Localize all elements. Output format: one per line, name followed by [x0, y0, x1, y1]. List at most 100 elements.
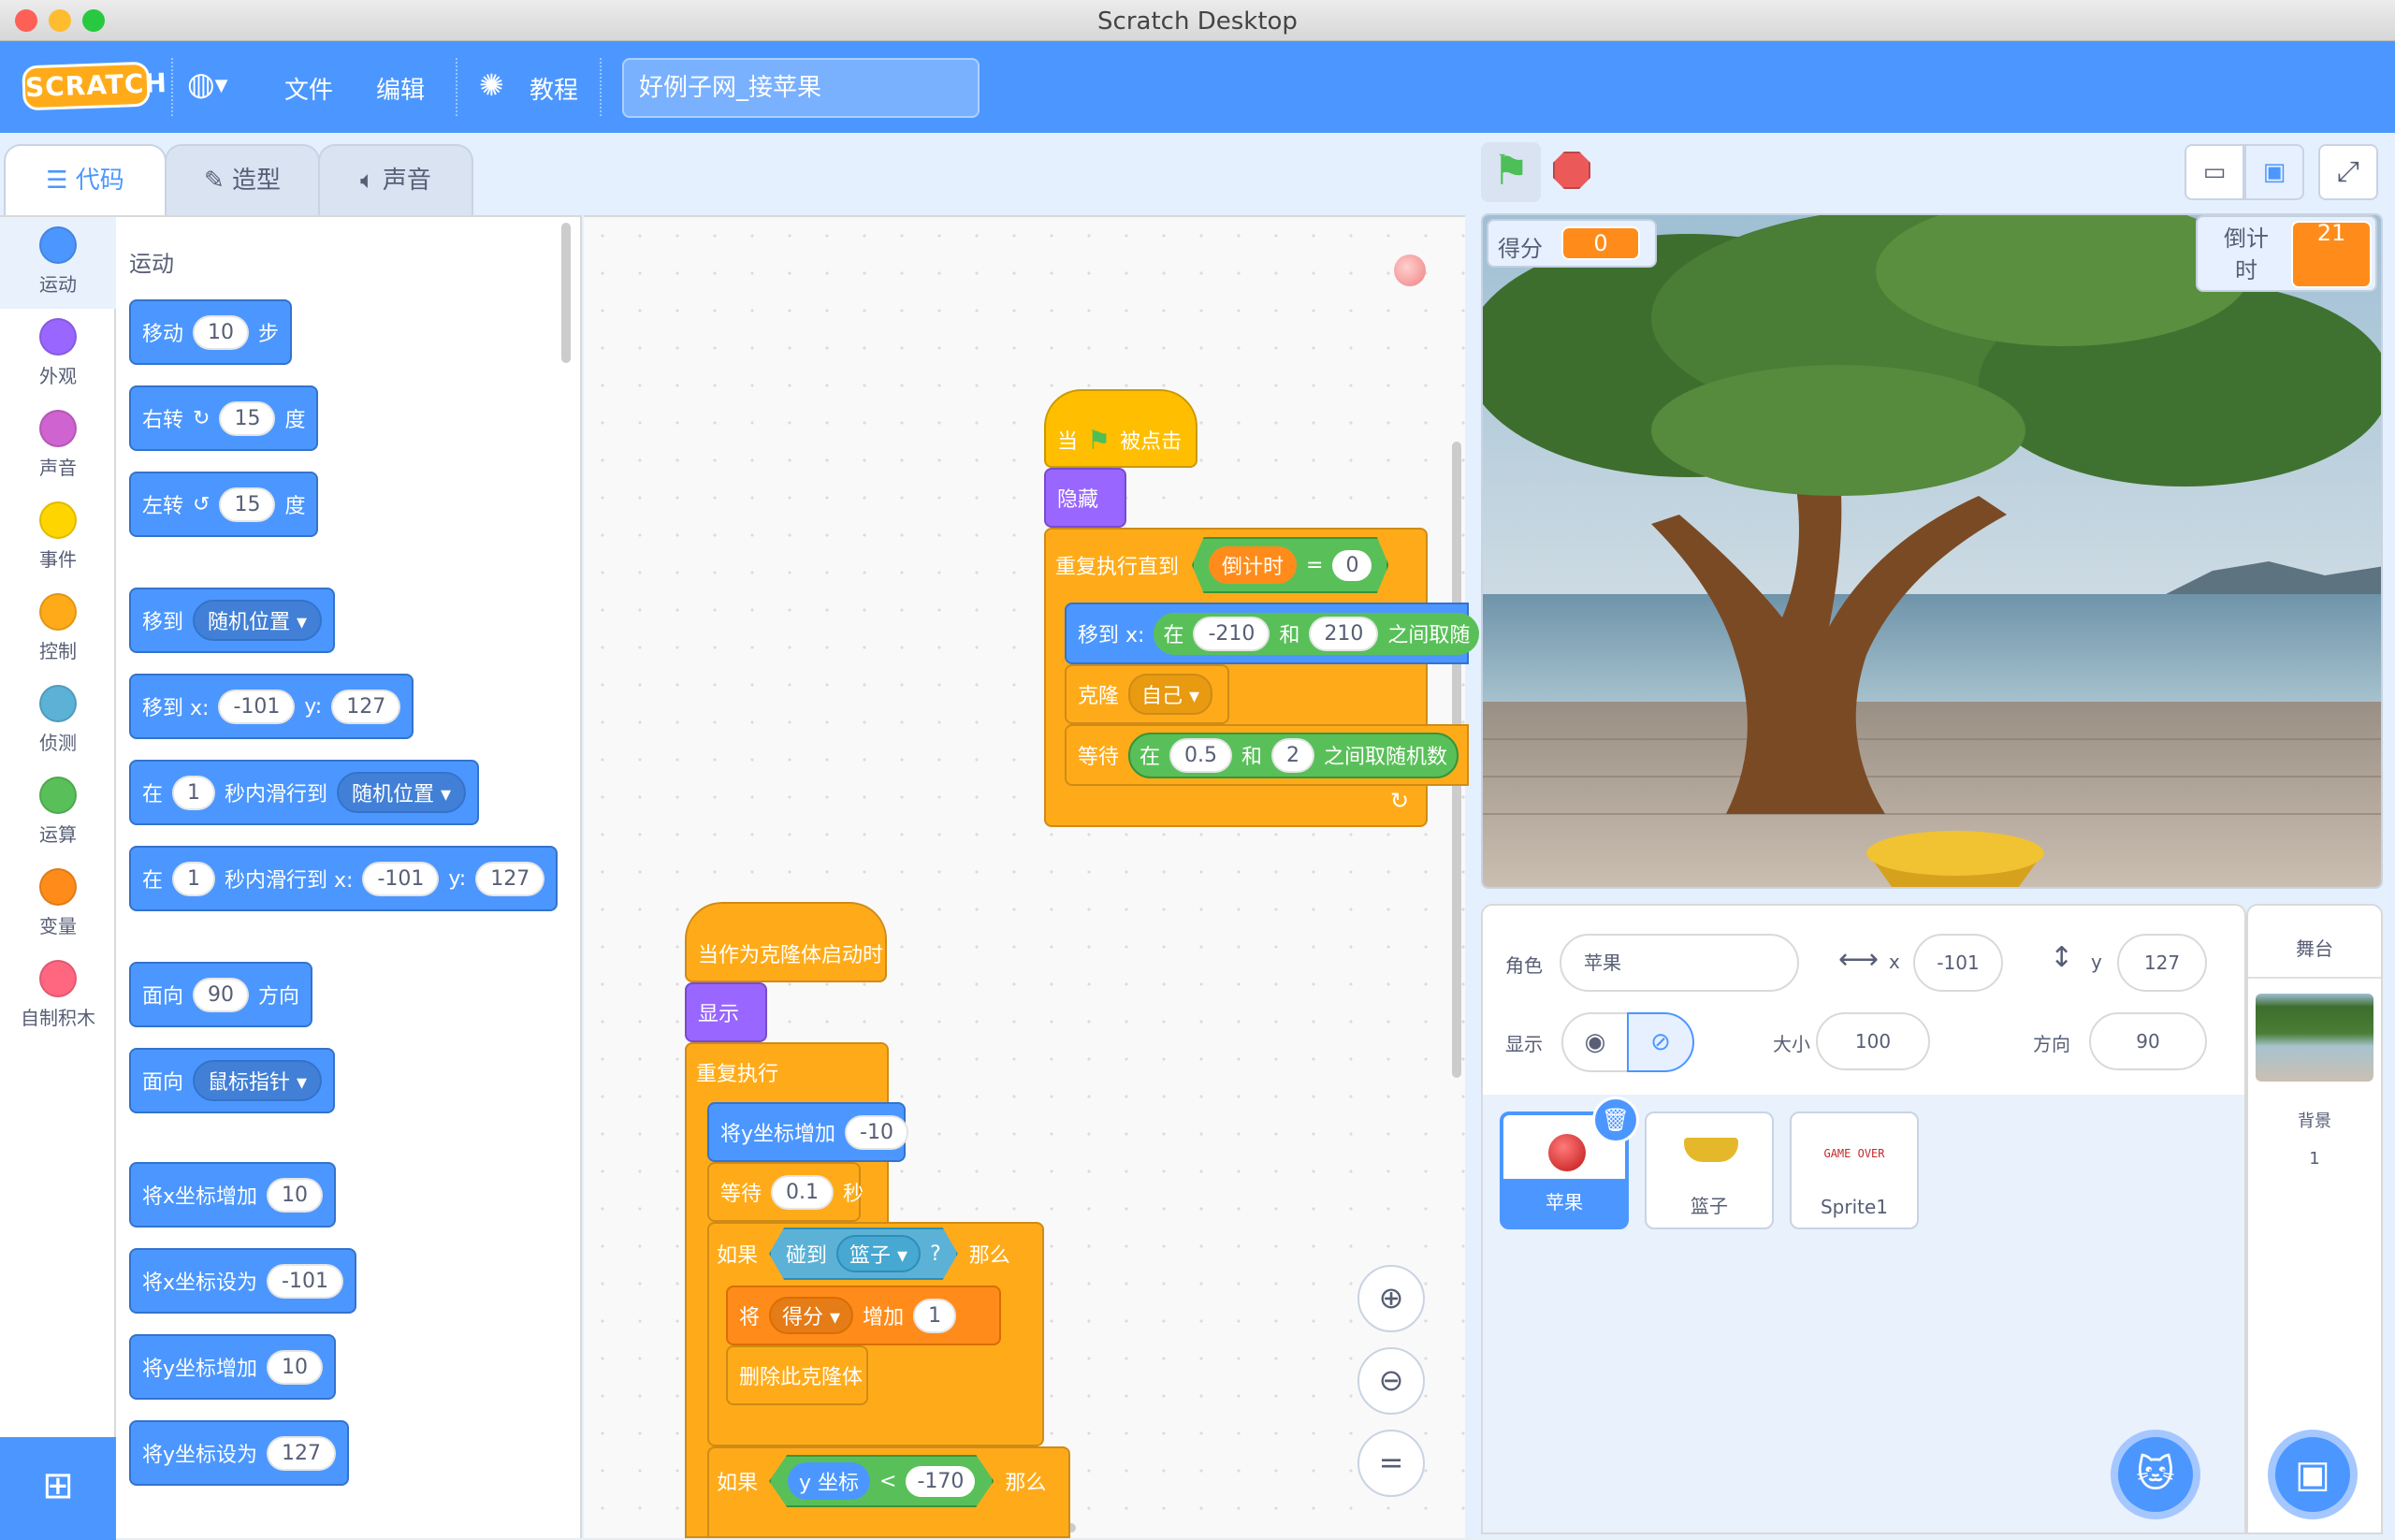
category-sound[interactable]: 声音: [0, 400, 116, 480]
change-score-block[interactable]: 将得分 ▾ 增加 1: [726, 1286, 1001, 1345]
category-control[interactable]: 控制: [0, 584, 116, 663]
equals-icon: =: [1378, 1445, 1404, 1480]
category-sensing[interactable]: 侦测: [0, 676, 116, 755]
small-stage-button[interactable]: ▭: [2185, 144, 2244, 200]
motion-dot-icon: [39, 226, 77, 264]
extension-icon: ⊞: [42, 1464, 74, 1507]
image-plus-icon: ▣: [2295, 1453, 2330, 1496]
when-clone-starts-block[interactable]: 当作为克隆体启动时: [685, 902, 887, 982]
language-menu[interactable]: ◍▼: [187, 65, 251, 107]
add-extension-button[interactable]: ⊞: [0, 1437, 116, 1540]
palette-block-set-x[interactable]: 将x坐标设为 -101: [129, 1248, 356, 1314]
hide-block[interactable]: 隐藏: [1044, 468, 1126, 528]
hide-sprite-button[interactable]: ⊘: [1627, 1012, 1694, 1072]
green-flag-button[interactable]: ⚑: [1481, 142, 1541, 202]
category-operators[interactable]: 运算: [0, 767, 116, 847]
sprite-tile-basket[interactable]: 篮子: [1645, 1111, 1774, 1229]
file-menu[interactable]: 文件: [284, 71, 333, 106]
trash-icon: 🗑︎: [1601, 1107, 1631, 1133]
delete-sprite-button[interactable]: 🗑︎: [1592, 1097, 1639, 1143]
palette-section-title: 运动: [129, 251, 174, 277]
sprite-info-panel: 角色 苹果 ⟷ x -101 ↕ y 127 显示 ◉ ⊘ 大小 100 方向 …: [1481, 904, 2246, 1097]
tutorials-menu[interactable]: 教程: [530, 71, 578, 106]
green-flag-icon: ⚑: [1492, 147, 1530, 195]
wait-random-block[interactable]: 等待在 0.5 和 2 之间取随机数: [1065, 724, 1469, 786]
backdrop-thumbnail: [2256, 994, 2373, 1082]
rotate-left-icon: ↺: [193, 492, 210, 516]
zoom-in-button[interactable]: ⊕: [1357, 1265, 1425, 1332]
stage-backdrop: [1483, 215, 2381, 887]
project-title-input[interactable]: 好例子网_接苹果: [622, 58, 980, 118]
change-y-block[interactable]: 将y坐标增加 -10: [707, 1102, 908, 1162]
normal-stage-icon: ▣: [2262, 158, 2286, 186]
sprite-tile-sprite1[interactable]: GAME OVER Sprite1: [1790, 1111, 1919, 1229]
sound-dot-icon: [39, 410, 77, 447]
palette-block-point-towards[interactable]: 面向 鼠标指针 ▾: [129, 1048, 336, 1113]
category-my-blocks[interactable]: 自制积木: [0, 951, 116, 1030]
direction-input[interactable]: 90: [2089, 1012, 2207, 1070]
equals-operator[interactable]: 倒计时 = 0: [1192, 537, 1389, 593]
palette-block-point-direction[interactable]: 面向 90 方向: [129, 962, 313, 1027]
show-block[interactable]: 显示: [685, 982, 767, 1042]
clone-block[interactable]: 克隆 自己 ▾: [1065, 664, 1229, 724]
eye-slash-icon: ⊘: [1650, 1028, 1671, 1056]
fullscreen-button[interactable]: ⤢: [2318, 144, 2378, 200]
basket-thumbnail-icon: [1684, 1138, 1738, 1162]
palette-scrollbar[interactable]: [561, 223, 571, 363]
operators-dot-icon: [39, 777, 77, 814]
tab-sounds[interactable]: 🔈︎ 声音: [318, 144, 473, 215]
wait-block[interactable]: 等待 0.1 秒: [707, 1162, 864, 1222]
apple-thumbnail-icon: [1548, 1134, 1586, 1171]
sprite-apple-icon: [1394, 254, 1426, 286]
palette-block-change-x[interactable]: 将x坐标增加 10: [129, 1162, 337, 1228]
cat-plus-icon: 🐱︎: [2136, 1453, 2175, 1496]
category-variables[interactable]: 变量: [0, 859, 116, 938]
control-dot-icon: [39, 593, 77, 631]
palette-block-goto[interactable]: 移到 随机位置 ▾: [129, 588, 336, 653]
edit-menu[interactable]: 编辑: [376, 71, 425, 106]
choose-backdrop-button[interactable]: ▣: [2268, 1430, 2358, 1519]
choose-sprite-button[interactable]: 🐱︎: [2111, 1430, 2200, 1519]
tab-code[interactable]: ☰ 代码: [4, 144, 167, 215]
menu-bar: SCRATCH ◍▼ 文件 编辑 ✺ 教程 好例子网_接苹果: [0, 41, 2395, 133]
stage-canvas[interactable]: 得分 0 倒计时 21: [1481, 213, 2383, 889]
palette-block-move[interactable]: 移动 10 步: [129, 299, 293, 365]
score-monitor[interactable]: 得分 0: [1487, 219, 1657, 268]
sprite-name-input[interactable]: 苹果: [1560, 934, 1799, 992]
palette-block-set-y[interactable]: 将y坐标设为 127: [129, 1420, 350, 1486]
eye-icon: ◉: [1584, 1028, 1606, 1056]
show-sprite-button[interactable]: ◉: [1561, 1012, 1629, 1072]
delete-clone-block[interactable]: 删除此克隆体: [726, 1345, 868, 1405]
palette-block-goto-xy[interactable]: 移到 x: -101 y: 127: [129, 674, 414, 739]
when-flag-clicked-block[interactable]: 当 ⚑ 被点击: [1044, 389, 1198, 468]
timer-monitor[interactable]: 倒计时 21: [2196, 215, 2377, 292]
zoom-out-icon: ⊖: [1378, 1362, 1404, 1398]
vertical-arrows-icon: ↕: [2050, 941, 2074, 974]
zoom-out-button[interactable]: ⊖: [1357, 1347, 1425, 1415]
category-motion[interactable]: 运动: [0, 217, 116, 309]
category-menu: 运动 外观 声音 事件 控制 侦测 运算 变量 自制积木 ⊞: [0, 215, 116, 1540]
touching-sensor[interactable]: 碰到 篮子 ▾ ?: [769, 1228, 958, 1280]
category-looks[interactable]: 外观: [0, 309, 116, 388]
palette-block-turn-left[interactable]: 左转 ↺ 15 度: [129, 472, 319, 537]
loop-arrow-icon: ↻: [1390, 788, 1410, 814]
rotate-right-icon: ↻: [193, 406, 210, 430]
palette-block-glide[interactable]: 在 1 秒内滑行到 随机位置 ▾: [129, 760, 480, 825]
looks-dot-icon: [39, 318, 77, 356]
stop-button[interactable]: [1553, 152, 1590, 189]
palette-block-change-y[interactable]: 将y坐标增加 10: [129, 1334, 337, 1400]
tab-costumes[interactable]: ✎ 造型: [165, 144, 320, 215]
category-events[interactable]: 事件: [0, 492, 116, 572]
goto-random-x-block[interactable]: 移到 x: 在 -210 和 210 之间取随: [1065, 603, 1480, 664]
scratch-logo[interactable]: SCRATCH: [22, 61, 167, 111]
size-input[interactable]: 100: [1816, 1012, 1930, 1070]
zoom-reset-button[interactable]: =: [1357, 1430, 1425, 1497]
x-position-input[interactable]: -101: [1913, 934, 2003, 992]
y-position-input[interactable]: 127: [2117, 934, 2207, 992]
normal-stage-button[interactable]: ▣: [2244, 144, 2304, 200]
palette-block-turn-right[interactable]: 右转 ↻ 15 度: [129, 385, 319, 451]
zoom-in-icon: ⊕: [1378, 1280, 1404, 1315]
window-titlebar: Scratch Desktop: [0, 0, 2395, 41]
palette-block-glide-xy[interactable]: 在 1 秒内滑行到 x: -101 y: 127: [129, 846, 559, 911]
less-than-operator[interactable]: y 坐标 < -170: [769, 1455, 994, 1507]
